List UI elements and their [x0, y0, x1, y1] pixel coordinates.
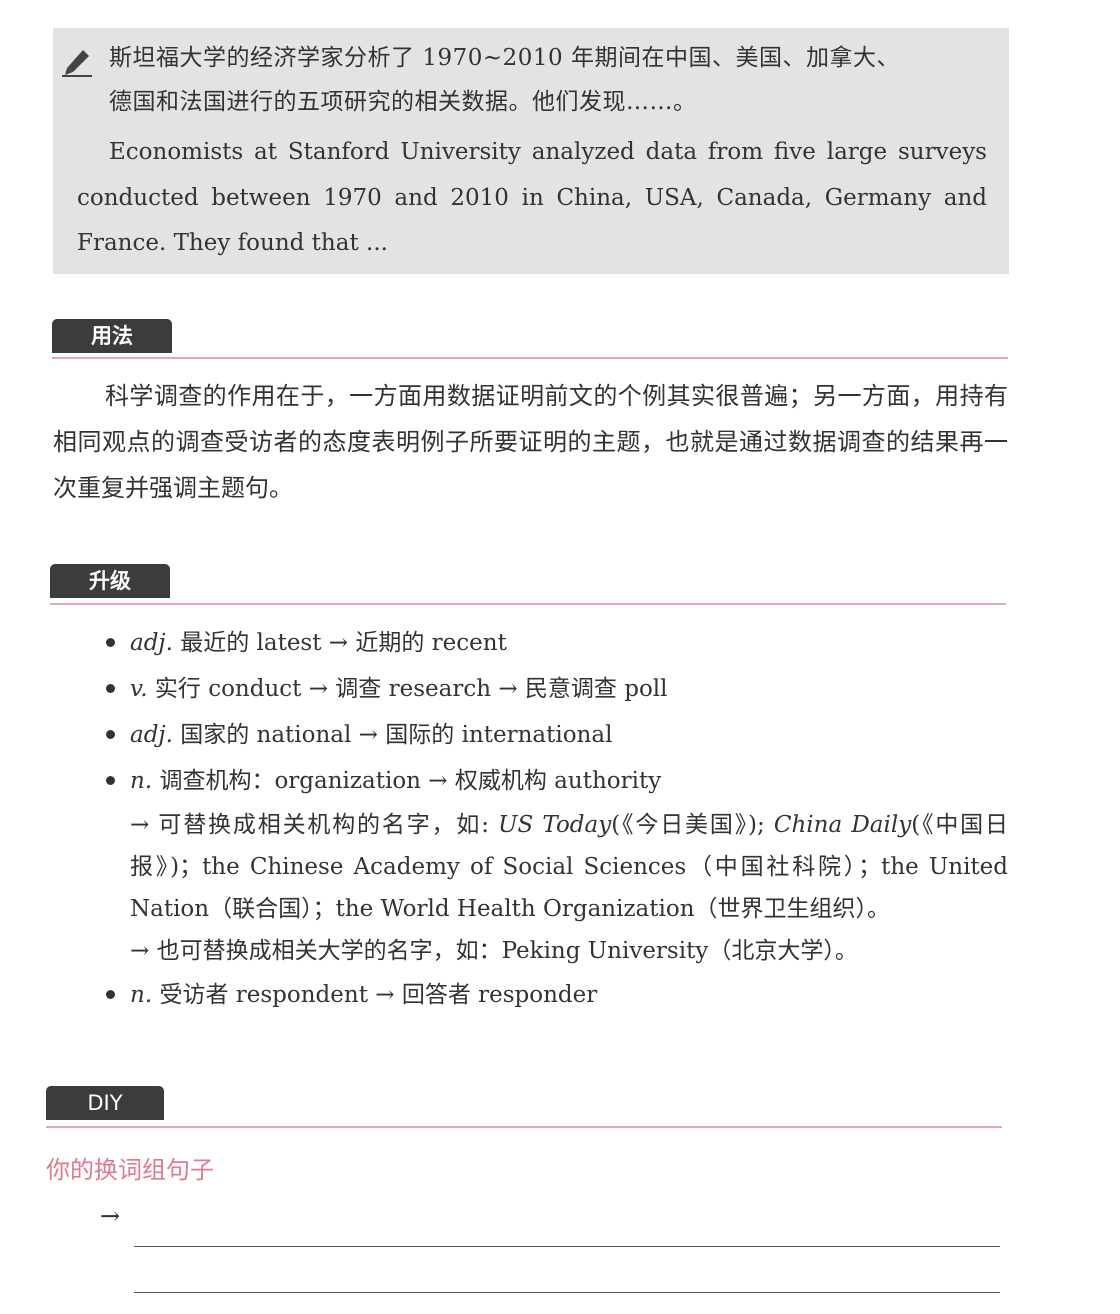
- section-rule-usage: [52, 357, 1008, 359]
- example-zh-line-1: 斯坦福大学的经济学家分析了 1970~2010 年期间在中国、美国、加拿大、: [109, 45, 900, 71]
- bullet-icon: [106, 776, 115, 785]
- vocab-item: n. 受访者 respondent → 回答者 responder: [100, 972, 1008, 1018]
- vocab-text: 实行 conduct → 调查 research → 民意调查 poll: [154, 676, 668, 702]
- part-of-speech: n.: [130, 982, 153, 1008]
- diy-prompt: 你的换词组句子: [46, 1156, 214, 1184]
- part-of-speech: adj.: [130, 630, 173, 656]
- section-rule-upgrade: [50, 603, 1006, 605]
- vocab-item: n. 调查机构：organization → 权威机构 authority → …: [100, 758, 1008, 972]
- writing-line-1[interactable]: [134, 1246, 1000, 1247]
- vocab-item: adj. 国家的 national → 国际的 international: [100, 712, 1008, 758]
- bullet-icon: [106, 990, 115, 999]
- vocab-list: adj. 最近的 latest → 近期的 recent v. 实行 condu…: [100, 620, 1008, 1018]
- cont-title: US Today: [498, 812, 612, 838]
- part-of-speech: adj.: [130, 722, 173, 748]
- section-label-diy: DIY: [46, 1086, 164, 1120]
- cont-title: China Daily: [773, 812, 912, 838]
- vocab-text: 调查机构：organization → 权威机构 authority: [159, 768, 662, 794]
- vocab-continuation-2: → 也可替换成相关大学的名字，如：Peking University（北京大学）…: [130, 938, 858, 964]
- cont-text: (《今日美国》);: [611, 812, 774, 838]
- vocab-item: v. 实行 conduct → 调查 research → 民意调查 poll: [100, 666, 1008, 712]
- bullet-icon: [106, 684, 115, 693]
- bullet-icon: [106, 638, 115, 647]
- part-of-speech: v.: [130, 676, 148, 702]
- bullet-icon: [106, 730, 115, 739]
- writing-line-2[interactable]: [134, 1292, 1000, 1293]
- pencil-icon: [62, 50, 92, 77]
- vocab-continuation-1: → 可替换成相关机构的名字，如: US Today(《今日美国》); China…: [130, 804, 1008, 930]
- vocab-item: adj. 最近的 latest → 近期的 recent: [100, 620, 1008, 666]
- part-of-speech: n.: [130, 768, 153, 794]
- usage-text: 科学调查的作用在于，一方面用数据证明前文的个例其实很普遍；另一方面，用持有相同观…: [53, 382, 1008, 502]
- arrow-icon: →: [100, 1202, 121, 1230]
- section-rule-diy: [46, 1126, 1002, 1128]
- vocab-text: 最近的 latest → 近期的 recent: [180, 630, 507, 656]
- example-zh-line-2: 德国和法国进行的五项研究的相关数据。他们发现……。: [109, 89, 697, 115]
- section-label-upgrade: 升级: [50, 564, 170, 598]
- vocab-text: 国家的 national → 国际的 international: [180, 722, 613, 748]
- example-box: 斯坦福大学的经济学家分析了 1970~2010 年期间在中国、美国、加拿大、 德…: [53, 28, 1009, 274]
- cont-text: → 可替换成相关机构的名字，如:: [130, 812, 499, 838]
- vocab-text: 受访者 respondent → 回答者 responder: [159, 982, 598, 1008]
- example-en-text: Economists at Stanford University analyz…: [77, 139, 987, 256]
- section-label-usage: 用法: [52, 319, 172, 353]
